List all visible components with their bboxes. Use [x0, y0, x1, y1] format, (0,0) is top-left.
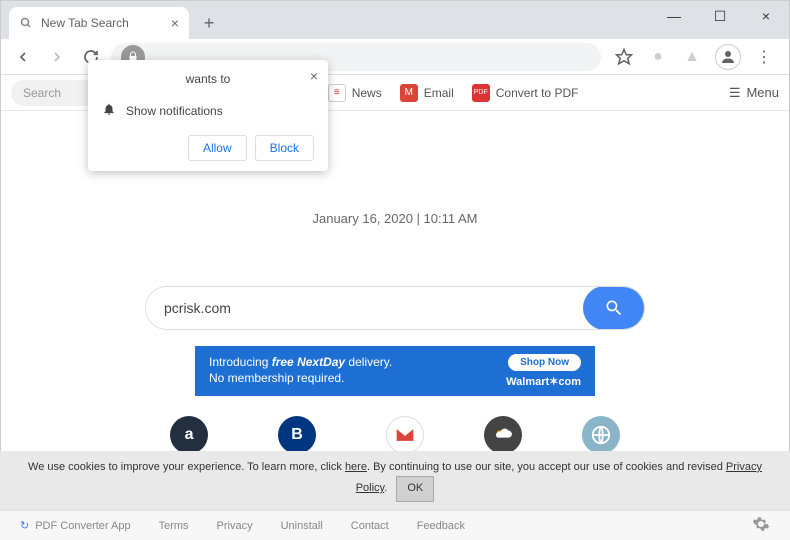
browser-tab[interactable]: New Tab Search ×	[9, 7, 189, 39]
profile-avatar[interactable]	[715, 44, 741, 70]
toolbar-convert-pdf[interactable]: PDF Convert to PDF	[472, 84, 579, 102]
mail-icon: M	[400, 84, 418, 102]
ad-brand: Walmart✶com	[506, 375, 581, 388]
toolbar-news[interactable]: ≡ News	[328, 84, 382, 102]
browser-actions: ● ▲ ⋮	[607, 44, 781, 70]
titlebar: New Tab Search × + — ☐ ×	[1, 1, 789, 39]
globe-icon	[582, 416, 620, 454]
star-icon[interactable]	[613, 46, 635, 68]
maximize-button[interactable]: ☐	[697, 1, 743, 31]
amazon-icon: a	[170, 416, 208, 454]
ad-banner[interactable]: Introducing free NextDay delivery. No me…	[195, 346, 595, 396]
footer-link-privacy[interactable]: Privacy	[217, 520, 253, 532]
cookie-here-link[interactable]: here	[345, 461, 367, 473]
hamburger-icon: ☰	[729, 85, 741, 101]
cookie-banner: We use cookies to improve your experienc…	[0, 451, 790, 510]
notification-text: Show notifications	[126, 104, 223, 118]
pdf-icon: PDF	[472, 84, 490, 102]
close-icon[interactable]: ×	[171, 15, 179, 31]
main-search	[145, 286, 645, 330]
refresh-icon: ↻	[20, 519, 29, 532]
forward-button[interactable]	[43, 43, 71, 71]
close-icon[interactable]: ×	[310, 68, 318, 84]
toolbar-search-placeholder: Search	[23, 86, 61, 100]
menu-button[interactable]: ☰ Menu	[729, 85, 779, 101]
new-tab-button[interactable]: +	[195, 9, 223, 37]
notification-row: Show notifications	[102, 98, 314, 123]
cookie-ok-button[interactable]: OK	[396, 476, 434, 502]
notification-permission-popup: × wants to Show notifications Allow Bloc…	[88, 60, 328, 171]
ad-text: Introducing free NextDay delivery. No me…	[209, 355, 496, 386]
menu-label: Menu	[746, 85, 779, 100]
news-icon: ≡	[328, 84, 346, 102]
extension-icon[interactable]: ●	[647, 46, 669, 68]
toolbar-item-label: Convert to PDF	[496, 86, 579, 100]
window-controls: — ☐ ×	[651, 1, 789, 31]
footer-link-feedback[interactable]: Feedback	[417, 520, 465, 532]
extension-icon[interactable]: ▲	[681, 46, 703, 68]
datetime-display: January 16, 2020 | 10:11 AM	[312, 211, 477, 226]
close-window-button[interactable]: ×	[743, 1, 789, 31]
ad-cta-button[interactable]: Shop Now	[508, 354, 581, 371]
page-footer: ↻ PDF Converter App Terms Privacy Uninst…	[0, 510, 790, 540]
block-button[interactable]: Block	[255, 135, 314, 161]
tab-title: New Tab Search	[41, 16, 129, 30]
toolbar-item-label: Email	[424, 86, 454, 100]
bell-icon	[102, 102, 116, 119]
footer-link-contact[interactable]: Contact	[351, 520, 389, 532]
search-input[interactable]	[146, 287, 584, 329]
menu-kebab-icon[interactable]: ⋮	[753, 46, 775, 68]
footer-link-uninstall[interactable]: Uninstall	[281, 520, 323, 532]
footer-link-terms[interactable]: Terms	[159, 520, 189, 532]
booking-icon: B	[278, 416, 316, 454]
allow-button[interactable]: Allow	[188, 135, 247, 161]
gmail-icon	[386, 416, 424, 454]
toolbar-item-label: News	[352, 86, 382, 100]
weather-icon	[484, 416, 522, 454]
back-button[interactable]	[9, 43, 37, 71]
gear-icon[interactable]	[752, 515, 770, 536]
toolbar-email[interactable]: M Email	[400, 84, 454, 102]
footer-brand[interactable]: ↻ PDF Converter App	[20, 519, 131, 532]
notification-title: wants to	[102, 72, 314, 98]
browser-window: New Tab Search × + — ☐ × ●	[0, 0, 790, 540]
search-icon	[19, 16, 33, 30]
minimize-button[interactable]: —	[651, 1, 697, 31]
search-button[interactable]	[583, 286, 645, 330]
